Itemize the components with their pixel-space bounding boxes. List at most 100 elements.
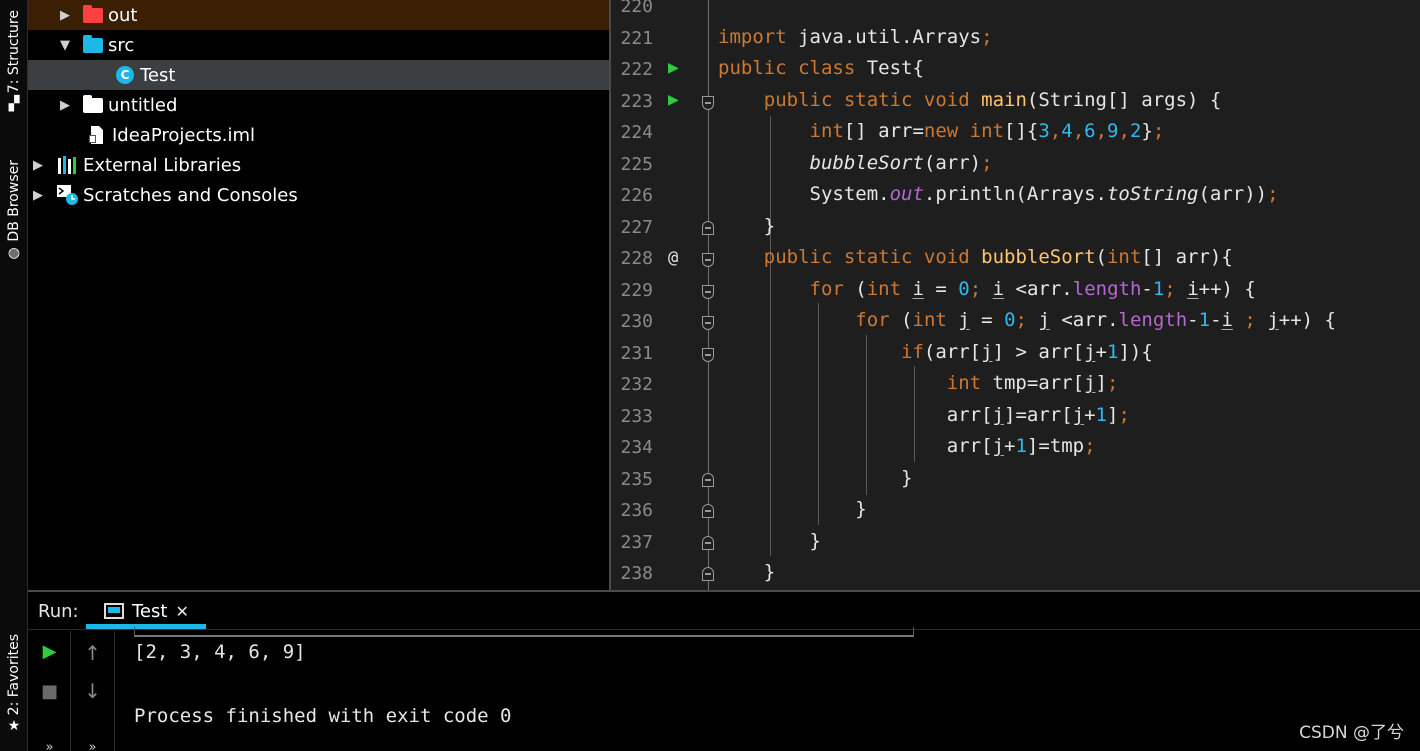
console-output[interactable]: [2, 3, 4, 6, 9] Process finished with ex… [134, 627, 1404, 751]
run-gutter-icon[interactable]: ▶ [668, 92, 679, 108]
code-line-224: int[] arr=new int[]{3,4,6,9,2}; [809, 120, 1165, 142]
truncated-previous-line [134, 627, 914, 637]
code-editor[interactable]: 220 221 222 223 224 225 226 227 228 229 … [611, 0, 1420, 590]
structure-tab[interactable]: 7: Structure ▞ [0, 10, 28, 111]
editor-gutter: 220 221 222 223 224 225 226 227 228 229 … [611, 0, 714, 590]
code-line-235: } [718, 467, 913, 489]
collapse-arrow-icon[interactable]: ▼ [58, 38, 72, 53]
folder-icon [82, 94, 104, 115]
code-line-233: arr[j]=arr[j+1]; [718, 404, 1130, 426]
file-icon [86, 125, 108, 145]
db-browser-tab[interactable]: DB Browser ◍ [0, 160, 28, 260]
tree-item-label: out [108, 4, 138, 26]
expand-arrow-icon[interactable]: ▶ [58, 8, 72, 23]
close-icon[interactable]: ✕ [175, 602, 188, 621]
tree-item-external-libraries[interactable]: ▶ External Libraries [28, 150, 609, 180]
tool-window-strip: 7: Structure ▞ DB Browser ◍ 2: Favorites… [0, 0, 28, 751]
tree-item-untitled[interactable]: ▶ untitled [28, 90, 609, 120]
fold-toggle-icon[interactable] [702, 253, 714, 267]
fold-toggle-icon[interactable] [702, 96, 714, 110]
expand-arrow-icon[interactable]: ▶ [58, 98, 72, 113]
code-line-227: } [718, 215, 776, 237]
code-line-223: public static void main(String[] args) { [763, 89, 1222, 111]
tree-item-label: External Libraries [83, 154, 242, 176]
line-number: 226 [620, 185, 653, 206]
line-number: 237 [620, 532, 653, 553]
line-number: 224 [620, 122, 653, 143]
source-folder-icon [82, 34, 104, 55]
run-panel: ▶ ■ » ↑ ↓ » [2, 3, 4, 6, 9] Process fini… [28, 627, 1420, 751]
line-number: 234 [620, 437, 653, 458]
folder-icon [82, 4, 104, 25]
watermark: CSDN @了兮 [1299, 723, 1404, 743]
output-line: [2, 3, 4, 6, 9] [134, 641, 306, 663]
structure-tab-label: 7: Structure [6, 10, 22, 94]
structure-icon: ▞ [8, 96, 20, 113]
line-number: 229 [620, 280, 653, 301]
fold-toggle-icon[interactable] [702, 504, 714, 518]
run-tools-column: ▶ ■ » [28, 631, 71, 751]
favorites-tab[interactable]: 2: Favorites ★ [0, 634, 28, 733]
code-line-225: bubbleSort(arr); [809, 152, 993, 174]
more-icon[interactable]: » [71, 740, 114, 751]
favorites-tab-label: 2: Favorites [6, 634, 22, 716]
line-number: 236 [620, 500, 653, 521]
tree-item-label: IdeaProjects.iml [112, 124, 256, 146]
tree-item-test[interactable]: C Test [28, 60, 609, 90]
project-tree: ▶ out ▼ src C Test ▶ untitled IdeaProjec… [28, 0, 609, 590]
line-number: 235 [620, 469, 653, 490]
fold-toggle-icon[interactable] [702, 221, 714, 235]
rerun-button[interactable]: ▶ [28, 641, 71, 662]
db-browser-tab-label: DB Browser [6, 160, 22, 242]
tree-item-label: Test [140, 64, 176, 86]
code-line-222: public class Test{ [718, 57, 924, 79]
code-line-228: public static void bubbleSort(int[] arr)… [763, 246, 1233, 268]
console-icon [104, 603, 124, 619]
tree-item-src[interactable]: ▼ src [28, 30, 609, 60]
line-number: 232 [620, 374, 653, 395]
java-class-icon: C [114, 65, 136, 85]
fold-toggle-icon[interactable] [702, 567, 714, 581]
more-icon[interactable]: » [28, 740, 71, 751]
expand-arrow-icon[interactable]: ▶ [31, 188, 45, 203]
code-line-232: int tmp=arr[j]; [946, 372, 1119, 394]
code-line-237: } [718, 530, 821, 552]
fold-toggle-icon[interactable] [702, 473, 714, 487]
code-line-236: } [718, 498, 867, 520]
expand-arrow-icon[interactable]: ▶ [31, 158, 45, 173]
up-arrow-icon[interactable]: ↑ [71, 641, 114, 665]
override-gutter-icon[interactable]: @ [668, 248, 678, 268]
output-line: Process finished with exit code 0 [134, 705, 512, 727]
scratches-icon [57, 185, 79, 205]
code-line-229: for (int i = 0; i <arr.length-1; i++) { [809, 278, 1256, 300]
line-number: 222 [620, 59, 653, 80]
fold-toggle-icon[interactable] [702, 348, 714, 362]
tree-item-out[interactable]: ▶ out [28, 0, 609, 30]
fold-toggle-icon[interactable] [702, 536, 714, 550]
line-number: 223 [620, 91, 653, 112]
fold-toggle-icon[interactable] [702, 316, 714, 330]
run-toolbar: Run: Test ✕ [28, 592, 1420, 630]
line-number: 238 [620, 563, 653, 584]
fold-toggle-icon[interactable] [702, 285, 714, 299]
code-line-230: for (int j = 0; j <arr.length-1-i ; j++)… [855, 309, 1336, 331]
code-area[interactable]: import java.util.Arrays; public class Te… [718, 0, 1418, 590]
line-number: 220 [620, 0, 653, 17]
line-number: 227 [620, 217, 653, 238]
tree-item-label: Scratches and Consoles [83, 184, 298, 206]
libraries-icon [57, 155, 79, 175]
code-line-226: System.out.println(Arrays.toString(arr))… [718, 183, 1279, 205]
code-line-234: arr[j+1]=tmp; [718, 435, 1096, 457]
down-arrow-icon[interactable]: ↓ [71, 679, 114, 703]
tree-item-label: untitled [108, 94, 178, 116]
database-icon: ◍ [7, 244, 21, 261]
tree-item-iml[interactable]: IdeaProjects.iml [28, 120, 609, 150]
code-line-221: import java.util.Arrays; [718, 26, 993, 48]
stop-button[interactable]: ■ [28, 681, 71, 702]
run-gutter-icon[interactable]: ▶ [668, 60, 679, 76]
run-label: Run: [38, 601, 79, 622]
tree-item-label: src [108, 34, 135, 56]
scroll-tools-column: ↑ ↓ » [71, 631, 115, 751]
tree-item-scratches[interactable]: ▶ Scratches and Consoles [28, 180, 609, 210]
line-number: 230 [620, 311, 653, 332]
